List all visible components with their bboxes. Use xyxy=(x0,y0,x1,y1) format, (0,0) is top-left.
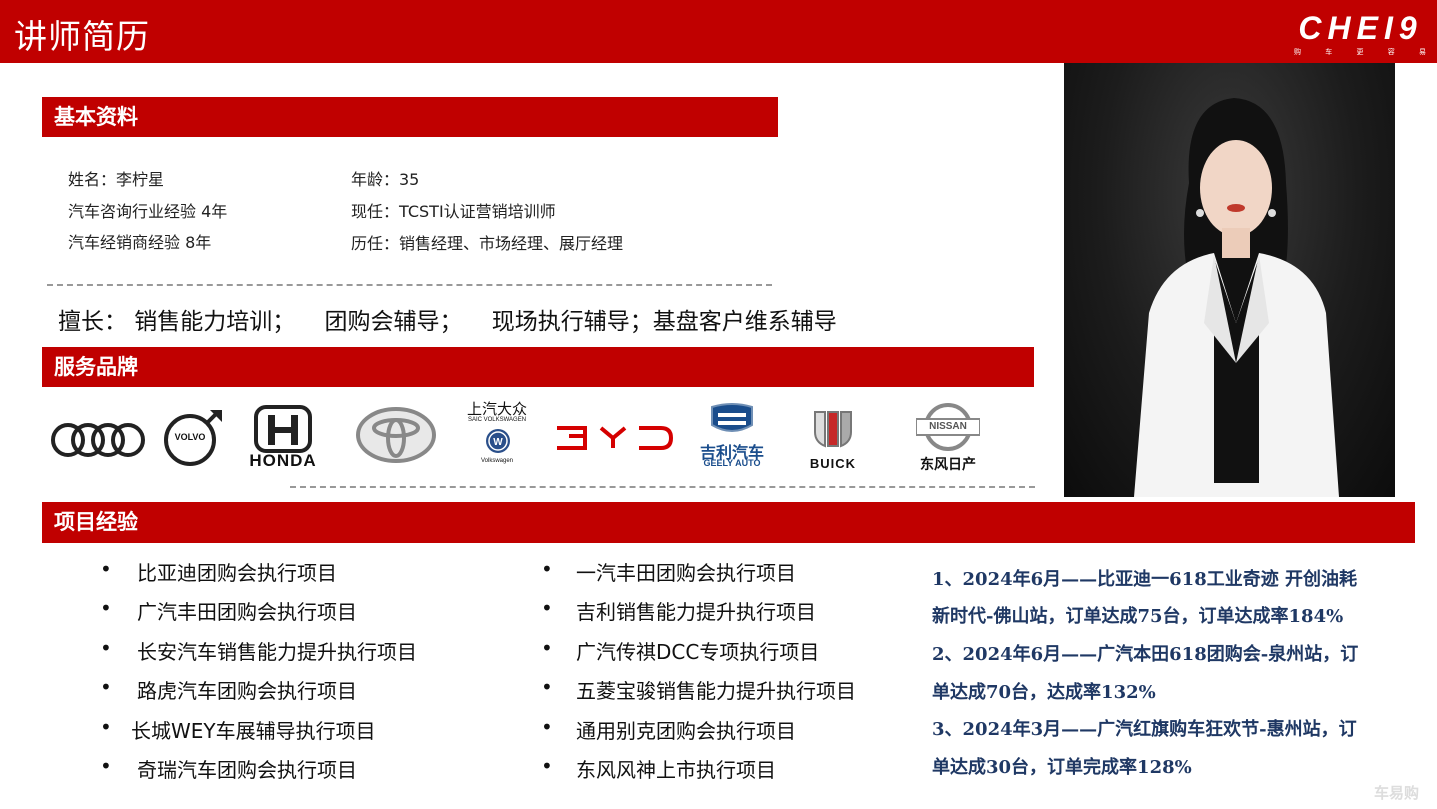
trainer-photo xyxy=(1064,63,1395,497)
list-item: • 长城WEY车展辅导执行项目 xyxy=(100,715,376,743)
list-item: • 比亚迪团购会执行项目 xyxy=(100,557,337,585)
svg-text:W: W xyxy=(493,437,503,448)
brands-divider xyxy=(290,486,1035,488)
list-item: • 通用别克团购会执行项目 xyxy=(541,715,796,743)
divider xyxy=(47,284,772,286)
info-dealer-experience: 汽车经销商经验 8年 xyxy=(68,233,212,252)
nissan-logo: NISSAN 东风日产 xyxy=(908,402,988,472)
list-item: • 一汽丰田团购会执行项目 xyxy=(541,557,796,585)
list-item: • 吉利销售能力提升执行项目 xyxy=(541,596,816,624)
page-title: 讲师简历 xyxy=(14,17,150,56)
audi-logo xyxy=(48,420,148,460)
result-line-4: 单达成70台，达成率132% xyxy=(932,682,1156,703)
list-item: • 广汽丰田团购会执行项目 xyxy=(100,596,357,624)
section-basic-info: 基本资料 xyxy=(42,97,778,137)
info-name: 姓名：李柠星 xyxy=(68,170,165,189)
list-item: • 路虎汽车团购会执行项目 xyxy=(100,675,357,703)
list-item: • 长安汽车销售能力提升执行项目 xyxy=(100,636,417,664)
result-line-5: 3、2024年3月——广汽红旗购车狂欢节-惠州站，订 xyxy=(932,719,1357,740)
logo-subtitle: 购 车 更 容 易 xyxy=(1294,48,1426,56)
byd-logo xyxy=(555,424,675,452)
volvo-logo: VOLVO xyxy=(160,408,224,468)
chei9-logo: CHEI9 购 车 更 容 易 xyxy=(1288,10,1433,58)
section-projects: 项目经验 xyxy=(42,502,1415,543)
info-current-role: 现任：TCSTI认证营销培训师 xyxy=(351,202,556,221)
info-age: 年龄：35 xyxy=(351,170,420,189)
toyota-logo xyxy=(355,406,437,464)
section-brands: 服务品牌 xyxy=(42,347,1034,387)
honda-logo: HONDA xyxy=(232,405,334,471)
watermark: 车易购 xyxy=(1374,784,1420,802)
buick-logo: BUICK xyxy=(795,408,871,472)
result-line-6: 单达成30台，订单完成率128% xyxy=(932,757,1192,778)
list-item: • 五菱宝骏销售能力提升执行项目 xyxy=(541,675,856,703)
info-industry-experience: 汽车咨询行业经验 4年 xyxy=(68,202,228,221)
info-past-roles: 历任：销售经理、市场经理、展厅经理 xyxy=(351,234,624,253)
saic-volkswagen-logo: 上汽大众 SAIC VOLKSWAGEN W Volkswagen xyxy=(466,401,527,464)
geely-logo: 吉利汽车 GEELY AUTO xyxy=(690,403,774,471)
expertise-text: 擅长： 销售能力培训； 团购会辅导； 现场执行辅导；基盘客户维系辅导 xyxy=(58,309,837,335)
logo-text: CHEI9 xyxy=(1298,10,1423,46)
list-item: • 广汽传祺DCC专项执行项目 xyxy=(541,636,820,664)
header-bar: 讲师简历 CHEI9 购 车 更 容 易 xyxy=(0,0,1437,63)
result-line-2: 新时代-佛山站，订单达成75台，订单达成率184% xyxy=(932,606,1344,627)
list-item: • 东风风神上市执行项目 xyxy=(541,754,776,782)
result-line-3: 2、2024年6月——广汽本田618团购会-泉州站，订 xyxy=(932,644,1359,665)
result-line-1: 1、2024年6月——比亚迪一618工业奇迹 开创油耗 xyxy=(932,569,1357,590)
list-item: • 奇瑞汽车团购会执行项目 xyxy=(100,754,357,782)
